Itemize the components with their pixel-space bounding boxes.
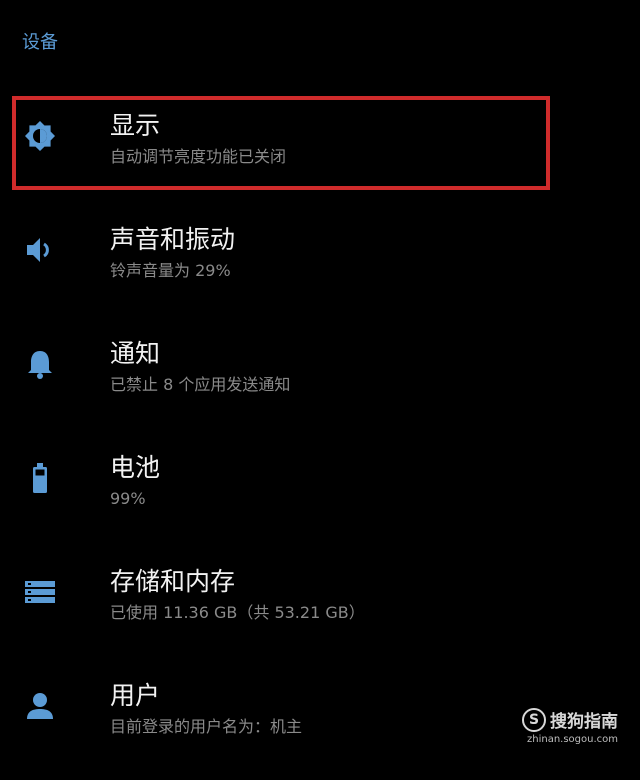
settings-item-summary: 铃声音量为 29% bbox=[110, 261, 231, 280]
settings-item-title: 电池 bbox=[110, 453, 161, 482]
settings-item-title: 声音和振动 bbox=[110, 225, 236, 254]
settings-item-title: 显示 bbox=[110, 111, 161, 140]
sogou-logo-icon: S bbox=[522, 707, 546, 732]
settings-item-title: 存储和内存 bbox=[110, 567, 236, 596]
settings-item-summary: 已禁止 8 个应用发送通知 bbox=[110, 375, 291, 394]
settings-item-battery[interactable]: 电池 99% bbox=[0, 438, 640, 552]
settings-item-notifications[interactable]: 通知 已禁止 8 个应用发送通知 bbox=[0, 324, 640, 438]
person-icon bbox=[22, 688, 58, 724]
settings-item-summary: 已使用 11.36 GB（共 53.21 GB） bbox=[110, 603, 365, 622]
settings-item-summary: 自动调节亮度功能已关闭 bbox=[110, 147, 287, 166]
watermark-row: S 搜狗指南 bbox=[522, 707, 618, 732]
volume-icon bbox=[22, 232, 58, 268]
settings-item-display[interactable]: 显示 自动调节亮度功能已关闭 bbox=[0, 96, 640, 210]
settings-item-title: 通知 bbox=[110, 339, 161, 368]
settings-item-sound[interactable]: 声音和振动 铃声音量为 29% bbox=[0, 210, 640, 324]
watermark: S 搜狗指南 zhinan.sogou.com bbox=[522, 707, 618, 745]
settings-item-storage[interactable]: 存储和内存 已使用 11.36 GB（共 53.21 GB） bbox=[0, 552, 640, 666]
settings-list: 显示 自动调节亮度功能已关闭 声音和振动 铃声音量为 29% 通知 已禁止 8 … bbox=[0, 96, 640, 780]
brightness-icon bbox=[22, 118, 58, 154]
battery-icon bbox=[22, 460, 58, 496]
storage-icon bbox=[22, 574, 58, 610]
watermark-url: zhinan.sogou.com bbox=[526, 734, 618, 745]
section-header: 设备 bbox=[22, 32, 58, 53]
bell-icon bbox=[22, 346, 58, 382]
watermark-name: 搜狗指南 bbox=[550, 712, 618, 732]
settings-item-summary: 99% bbox=[110, 489, 146, 508]
settings-item-summary: 目前登录的用户名为：机主 bbox=[110, 717, 303, 736]
settings-item-title: 用户 bbox=[110, 681, 161, 710]
